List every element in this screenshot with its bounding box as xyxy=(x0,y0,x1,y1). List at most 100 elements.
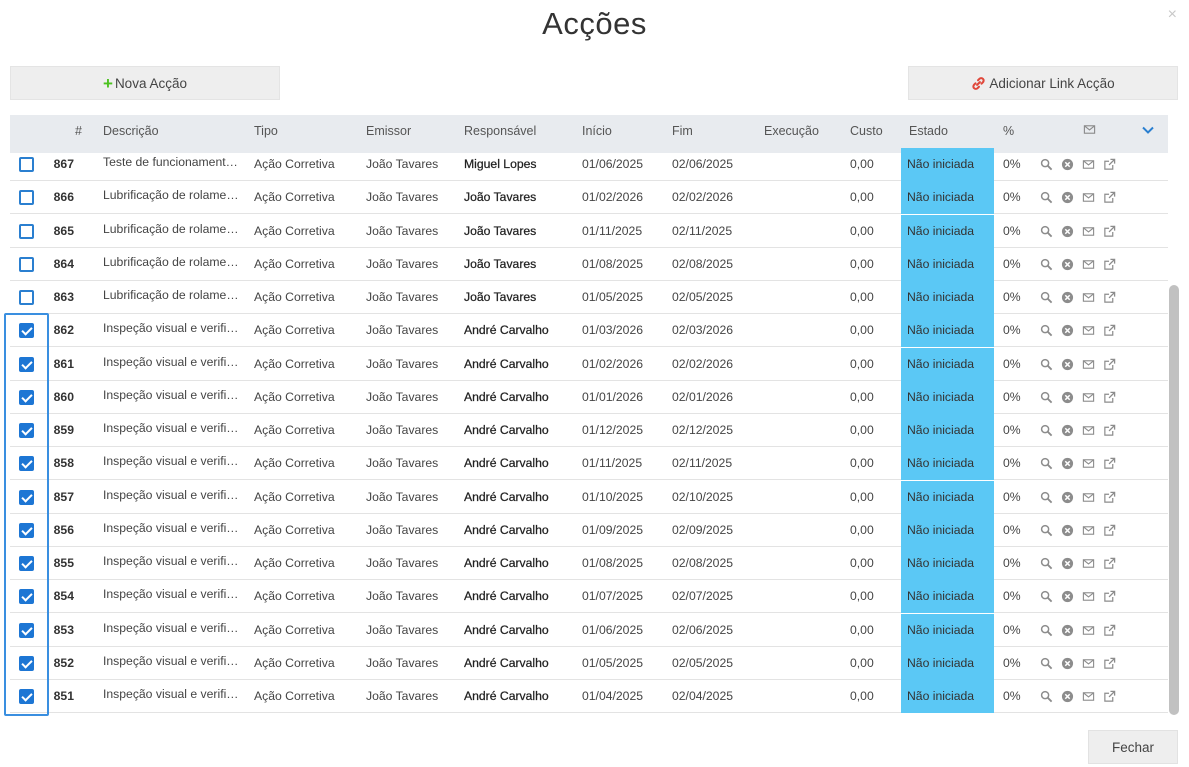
row-checkbox[interactable] xyxy=(19,423,34,438)
external-link-icon[interactable] xyxy=(1103,590,1116,603)
table-row[interactable]: 865 Lubrificação de rolament... Ação Corre… xyxy=(10,214,1168,248)
table-row[interactable]: 860 Inspeção visual e verificaç... Ação Co… xyxy=(10,380,1168,414)
search-icon[interactable] xyxy=(1040,657,1053,670)
search-icon[interactable] xyxy=(1040,424,1053,437)
table-row[interactable]: 866 Lubrificação de rolament... Ação Corre… xyxy=(10,181,1168,215)
external-link-icon[interactable] xyxy=(1103,457,1116,470)
table-row[interactable]: 854 Inspeção visual e verificaç... Ação Co… xyxy=(10,580,1168,614)
cancel-circle-icon[interactable] xyxy=(1061,191,1074,204)
row-checkbox[interactable] xyxy=(19,655,34,671)
cancel-circle-icon[interactable] xyxy=(1061,557,1074,570)
envelope-icon[interactable] xyxy=(1082,624,1095,637)
envelope-icon[interactable] xyxy=(1082,324,1095,337)
envelope-icon[interactable] xyxy=(1082,524,1095,537)
cancel-circle-icon[interactable] xyxy=(1061,657,1074,670)
row-checkbox[interactable] xyxy=(19,290,34,305)
cancel-circle-icon[interactable] xyxy=(1061,491,1074,504)
external-link-icon[interactable] xyxy=(1103,258,1116,271)
search-icon[interactable] xyxy=(1040,491,1053,504)
external-link-icon[interactable] xyxy=(1103,491,1116,504)
external-link-icon[interactable] xyxy=(1103,158,1116,171)
cancel-circle-icon[interactable] xyxy=(1061,358,1074,371)
envelope-icon[interactable] xyxy=(1082,191,1095,204)
cancel-circle-icon[interactable] xyxy=(1061,291,1074,304)
search-icon[interactable] xyxy=(1040,690,1053,703)
row-checkbox[interactable] xyxy=(19,589,34,605)
external-link-icon[interactable] xyxy=(1103,657,1116,670)
search-icon[interactable] xyxy=(1040,457,1053,470)
table-row[interactable]: 851 Inspeção visual e verificaç... Ação Co… xyxy=(10,680,1168,713)
envelope-icon[interactable] xyxy=(1082,657,1095,670)
search-icon[interactable] xyxy=(1040,624,1053,637)
search-icon[interactable] xyxy=(1040,191,1053,204)
envelope-icon[interactable] xyxy=(1082,358,1095,371)
cancel-circle-icon[interactable] xyxy=(1061,391,1074,404)
cancel-circle-icon[interactable] xyxy=(1061,258,1074,271)
external-link-icon[interactable] xyxy=(1103,690,1116,703)
external-link-icon[interactable] xyxy=(1103,391,1116,404)
cancel-circle-icon[interactable] xyxy=(1061,424,1074,437)
table-row[interactable]: 852 Inspeção visual e verificaç... Ação Co… xyxy=(10,646,1168,680)
envelope-icon[interactable] xyxy=(1082,491,1095,504)
envelope-icon[interactable] xyxy=(1082,291,1095,304)
search-icon[interactable] xyxy=(1040,225,1053,238)
new-action-button[interactable]: + Nova Acção xyxy=(10,66,280,100)
table-row[interactable]: 863 Lubrificação de rolament... Ação Corre… xyxy=(10,281,1168,314)
row-checkbox[interactable] xyxy=(19,489,34,505)
envelope-icon[interactable] xyxy=(1082,590,1095,603)
add-link-action-button[interactable]: Adicionar Link Acção xyxy=(908,66,1178,100)
external-link-icon[interactable] xyxy=(1103,557,1116,570)
envelope-icon[interactable] xyxy=(1082,457,1095,470)
search-icon[interactable] xyxy=(1040,358,1053,371)
envelope-icon[interactable] xyxy=(1082,225,1095,238)
search-icon[interactable] xyxy=(1040,590,1053,603)
external-link-icon[interactable] xyxy=(1103,191,1116,204)
table-row[interactable]: 858 Inspeção visual e verificaç... Ação Co… xyxy=(10,447,1168,481)
scrollbar-thumb[interactable] xyxy=(1169,285,1179,715)
row-checkbox[interactable] xyxy=(19,356,34,372)
cancel-circle-icon[interactable] xyxy=(1061,457,1074,470)
envelope-icon[interactable] xyxy=(1082,391,1095,404)
table-row[interactable]: 856 Inspeção visual e verificaç... Ação Co… xyxy=(10,513,1168,547)
table-row[interactable]: 864 Lubrificação de rolament... Ação Corre… xyxy=(10,247,1168,281)
envelope-icon[interactable] xyxy=(1082,258,1095,271)
envelope-icon[interactable] xyxy=(1082,557,1095,570)
external-link-icon[interactable] xyxy=(1103,524,1116,537)
row-checkbox[interactable] xyxy=(19,323,34,339)
search-icon[interactable] xyxy=(1040,291,1053,304)
search-icon[interactable] xyxy=(1040,557,1053,570)
external-link-icon[interactable] xyxy=(1103,324,1116,337)
close-button[interactable]: Fechar xyxy=(1088,730,1178,764)
table-row[interactable]: 861 Inspeção visual e verificaç... Ação Co… xyxy=(10,347,1168,381)
table-row[interactable]: 857 Inspeção visual e verificaç... Ação Co… xyxy=(10,480,1168,514)
table-row[interactable]: 859 Inspeção visual e verificaç... Ação Co… xyxy=(10,414,1168,447)
table-row[interactable]: 853 Inspeção visual e verificaç... Ação Co… xyxy=(10,613,1168,647)
envelope-icon[interactable] xyxy=(1082,690,1095,703)
cancel-circle-icon[interactable] xyxy=(1061,225,1074,238)
table-row[interactable]: 855 Inspeção visual e verificaç... Ação Co… xyxy=(10,547,1168,580)
row-checkbox[interactable] xyxy=(19,456,34,472)
row-checkbox[interactable] xyxy=(19,689,34,704)
external-link-icon[interactable] xyxy=(1103,225,1116,238)
search-icon[interactable] xyxy=(1040,524,1053,537)
cancel-circle-icon[interactable] xyxy=(1061,624,1074,637)
cancel-circle-icon[interactable] xyxy=(1061,524,1074,537)
row-checkbox[interactable] xyxy=(19,622,34,638)
row-checkbox[interactable] xyxy=(19,190,34,206)
external-link-icon[interactable] xyxy=(1103,624,1116,637)
cancel-circle-icon[interactable] xyxy=(1061,590,1074,603)
cancel-circle-icon[interactable] xyxy=(1061,158,1074,171)
external-link-icon[interactable] xyxy=(1103,424,1116,437)
row-checkbox[interactable] xyxy=(19,556,34,571)
envelope-icon[interactable] xyxy=(1082,158,1095,171)
cancel-circle-icon[interactable] xyxy=(1061,690,1074,703)
search-icon[interactable] xyxy=(1040,324,1053,337)
row-checkbox[interactable] xyxy=(19,223,34,239)
search-icon[interactable] xyxy=(1040,391,1053,404)
table-row[interactable]: 862 Inspeção visual e verificaç... Ação Co… xyxy=(10,314,1168,348)
row-checkbox[interactable] xyxy=(19,157,34,172)
search-icon[interactable] xyxy=(1040,258,1053,271)
external-link-icon[interactable] xyxy=(1103,291,1116,304)
external-link-icon[interactable] xyxy=(1103,358,1116,371)
table-row[interactable]: 867 Teste de funcionamento d... Ação Corre… xyxy=(10,148,1168,181)
